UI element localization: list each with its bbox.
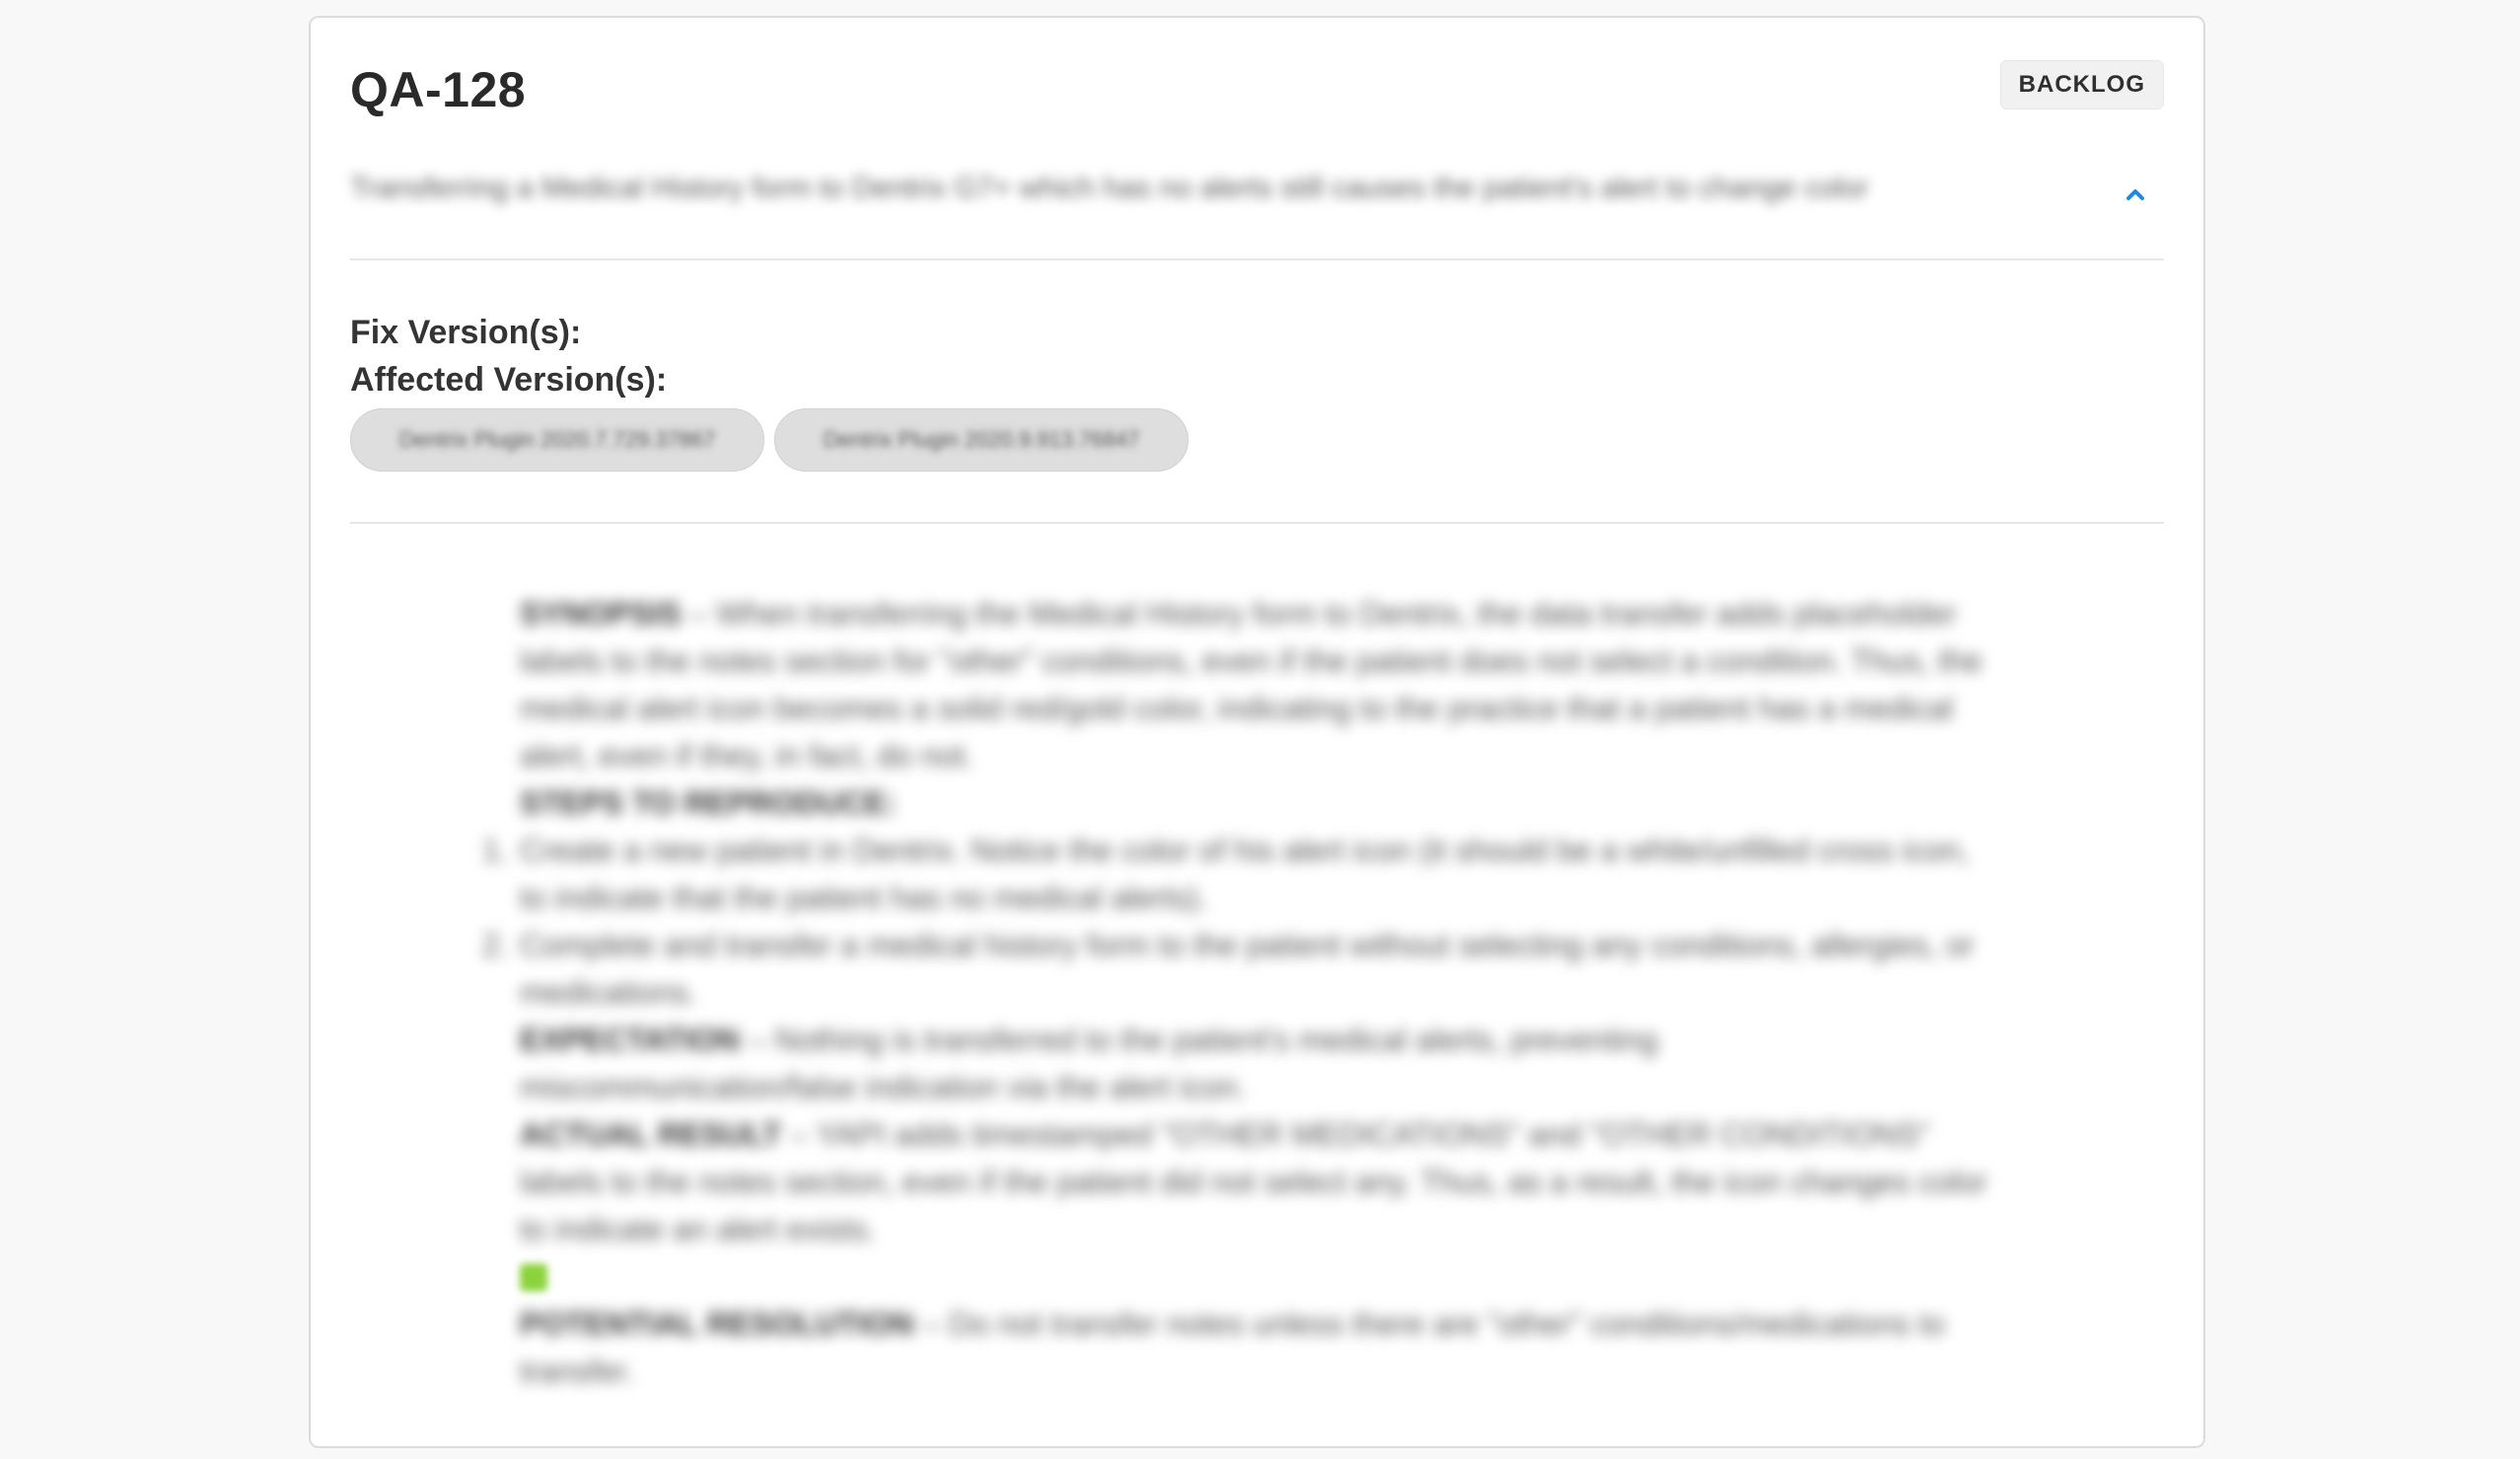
synopsis-block: SYNOPSIS – When transferring the Medical… [350,590,2168,1395]
steps-heading-paragraph: STEPS TO REPRODUCE: [350,779,1989,827]
status-badge[interactable]: BACKLOG [1999,60,2164,109]
issue-card: QA-128 BACKLOG Transferring a Medical Hi… [309,16,2205,1448]
expectation-label: EXPECTATION [520,1022,740,1058]
attachment-spacer [350,1253,1989,1300]
issue-description: SYNOPSIS – When transferring the Medical… [350,590,2168,1419]
image-thumbnail-icon[interactable] [520,1264,547,1291]
step-text: Create a new patient in Dentrix. Notice … [520,833,1970,915]
issue-summary: Transferring a Medical History form to D… [350,172,1869,204]
steps-heading: STEPS TO REPRODUCE: [520,785,897,821]
version-chip-label: Dentrix Plugin 2020.9.913.76847 [823,427,1140,452]
collapse-toggle-button[interactable] [2119,178,2152,211]
affected-versions-label: Affected Version(s): [350,361,668,399]
section-divider [350,522,2164,524]
section-divider [350,258,2164,260]
synopsis-text: – When transferring the Medical History … [520,596,1982,773]
step-number: 2. [482,927,509,963]
fix-versions-label: Fix Version(s): [350,314,582,351]
list-item: 1. Create a new patient in Dentrix. Noti… [482,827,1989,921]
list-item: 2. Complete and transfer a medical histo… [482,921,1989,1016]
resolution-paragraph: POTENTIAL RESOLUTION – Do not transfer n… [350,1300,1989,1395]
step-number: 1. [482,833,509,868]
expectation-paragraph: EXPECTATION – Nothing is transferred to … [350,1016,1989,1111]
step-text: Complete and transfer a medical history … [520,927,1975,1010]
resolution-label: POTENTIAL RESOLUTION [520,1306,914,1342]
version-chip[interactable]: Dentrix Plugin 2020.7.729.37867 [350,408,764,472]
actual-result-paragraph: ACTUAL RESULT – YAPI adds timestamped "O… [350,1111,1989,1253]
version-chip-label: Dentrix Plugin 2020.7.729.37867 [398,427,716,452]
synopsis-paragraph: SYNOPSIS – When transferring the Medical… [350,590,1989,779]
steps-list: 1. Create a new patient in Dentrix. Noti… [350,827,1989,1016]
summary-row: Transferring a Medical History form to D… [350,166,2164,225]
affected-versions-list: Dentrix Plugin 2020.7.729.37867 Dentrix … [350,408,1188,472]
version-chip[interactable]: Dentrix Plugin 2020.9.913.76847 [774,408,1188,472]
issue-card-content: QA-128 BACKLOG Transferring a Medical Hi… [350,18,2164,1446]
viewport: QA-128 BACKLOG Transferring a Medical Hi… [0,0,2520,1459]
issue-key: QA-128 [350,62,527,117]
chevron-up-icon [2119,189,2152,214]
actual-result-label: ACTUAL RESULT [520,1117,782,1152]
synopsis-label: SYNOPSIS [520,596,682,631]
